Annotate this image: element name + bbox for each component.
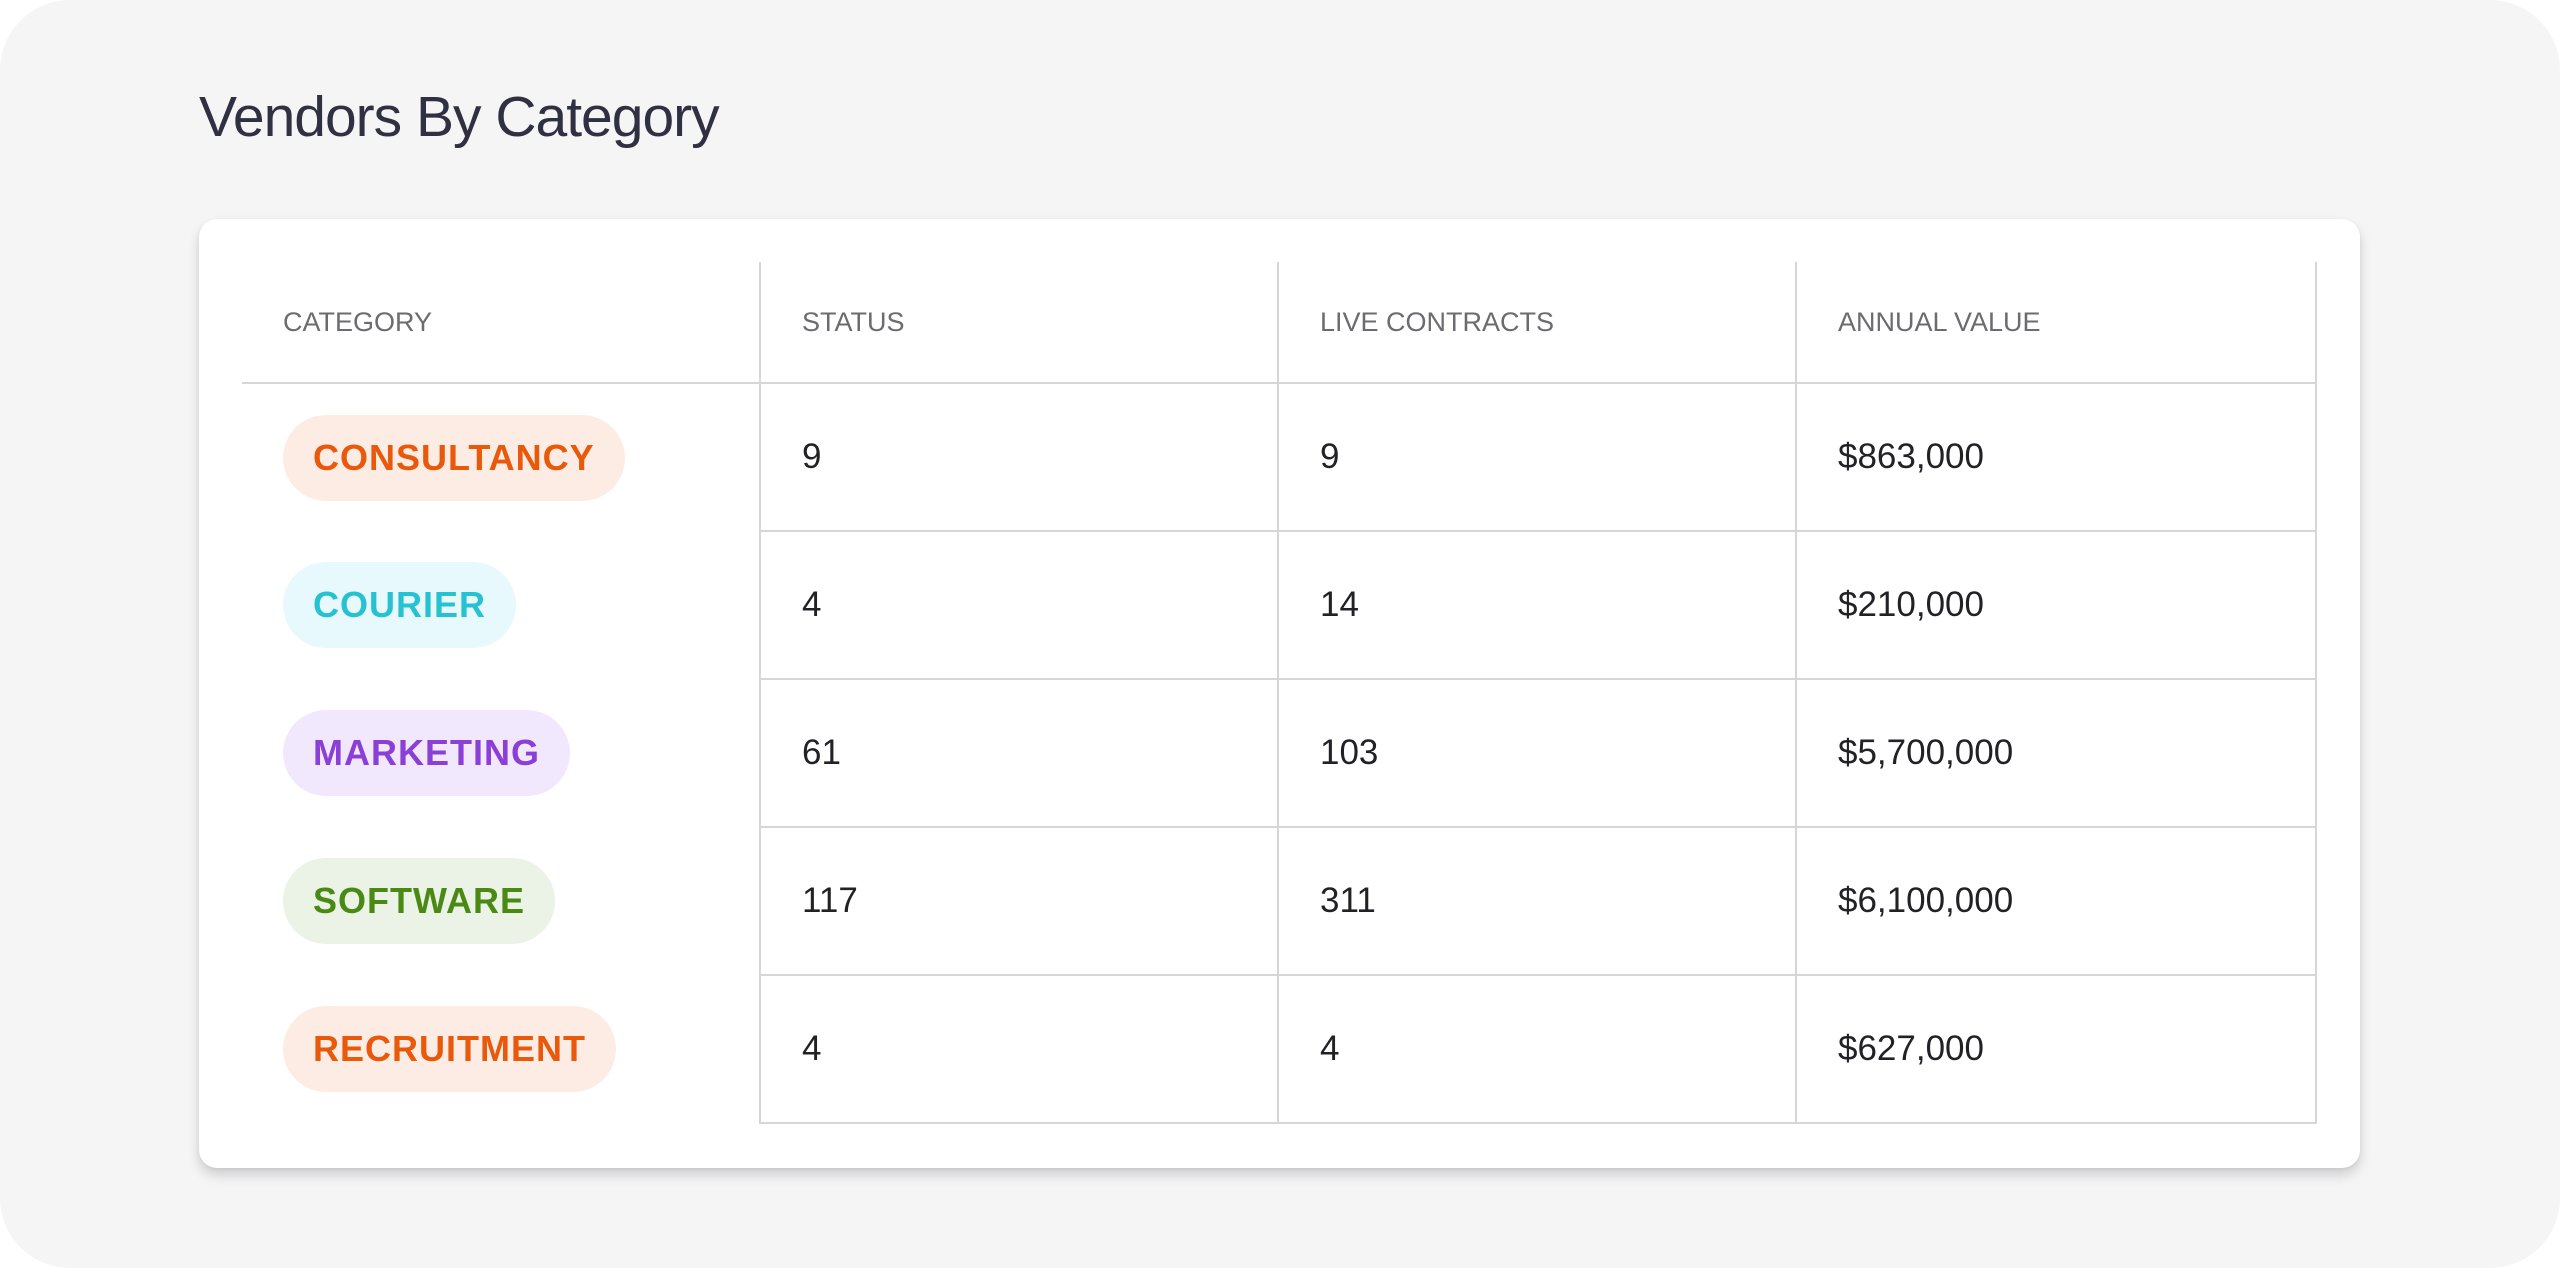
vendors-table-card: CATEGORY STATUS LIVE CONTRACTS ANNUAL VA… bbox=[199, 219, 2360, 1168]
category-badge[interactable]: RECRUITMENT bbox=[283, 1006, 616, 1092]
page-background: Vendors By Category CATEGORY STATUS LIVE… bbox=[0, 0, 2560, 1268]
column-header-status[interactable]: STATUS bbox=[759, 262, 1278, 384]
category-badge[interactable]: MARKETING bbox=[283, 710, 570, 796]
annual-value-cell: $627,000 bbox=[1795, 974, 2317, 1124]
table-header: CATEGORY STATUS LIVE CONTRACTS ANNUAL VA… bbox=[242, 262, 2317, 384]
table-row[interactable]: RECRUITMENT 4 4 $627,000 bbox=[242, 974, 2317, 1124]
table-row[interactable]: COURIER 4 14 $210,000 bbox=[242, 530, 2317, 680]
category-cell: RECRUITMENT bbox=[242, 975, 760, 1123]
column-header-category[interactable]: CATEGORY bbox=[242, 262, 760, 384]
annual-value-cell: $5,700,000 bbox=[1795, 678, 2317, 828]
live-contracts-cell: 9 bbox=[1277, 382, 1797, 532]
status-cell: 4 bbox=[759, 974, 1279, 1124]
table-row[interactable]: SOFTWARE 117 311 $6,100,000 bbox=[242, 826, 2317, 976]
category-cell: CONSULTANCY bbox=[242, 383, 760, 531]
live-contracts-cell: 14 bbox=[1277, 530, 1797, 680]
category-badge[interactable]: SOFTWARE bbox=[283, 858, 555, 944]
table-row[interactable]: MARKETING 61 103 $5,700,000 bbox=[242, 678, 2317, 828]
table-row[interactable]: CONSULTANCY 9 9 $863,000 bbox=[242, 382, 2317, 532]
category-badge[interactable]: CONSULTANCY bbox=[283, 414, 625, 501]
annual-value-cell: $6,100,000 bbox=[1795, 826, 2317, 976]
live-contracts-cell: 311 bbox=[1277, 826, 1797, 976]
category-cell: COURIER bbox=[242, 531, 760, 679]
table-body: CONSULTANCY 9 9 $863,000 COURIER 4 14 $2… bbox=[242, 382, 2317, 1124]
annual-value-cell: $863,000 bbox=[1795, 382, 2317, 532]
page-title: Vendors By Category bbox=[199, 85, 720, 149]
annual-value-cell: $210,000 bbox=[1795, 530, 2317, 680]
column-header-annual-value[interactable]: ANNUAL VALUE bbox=[1795, 262, 2317, 384]
header-row: CATEGORY STATUS LIVE CONTRACTS ANNUAL VA… bbox=[242, 262, 2317, 384]
status-cell: 61 bbox=[759, 678, 1279, 828]
category-cell: SOFTWARE bbox=[242, 827, 760, 975]
status-cell: 9 bbox=[759, 382, 1279, 532]
category-badge[interactable]: COURIER bbox=[283, 562, 517, 648]
live-contracts-cell: 4 bbox=[1277, 974, 1797, 1124]
status-cell: 117 bbox=[759, 826, 1279, 976]
vendors-table: CATEGORY STATUS LIVE CONTRACTS ANNUAL VA… bbox=[242, 262, 2317, 1124]
live-contracts-cell: 103 bbox=[1277, 678, 1797, 828]
column-header-live-contracts[interactable]: LIVE CONTRACTS bbox=[1277, 262, 1796, 384]
status-cell: 4 bbox=[759, 530, 1279, 680]
category-cell: MARKETING bbox=[242, 679, 760, 827]
